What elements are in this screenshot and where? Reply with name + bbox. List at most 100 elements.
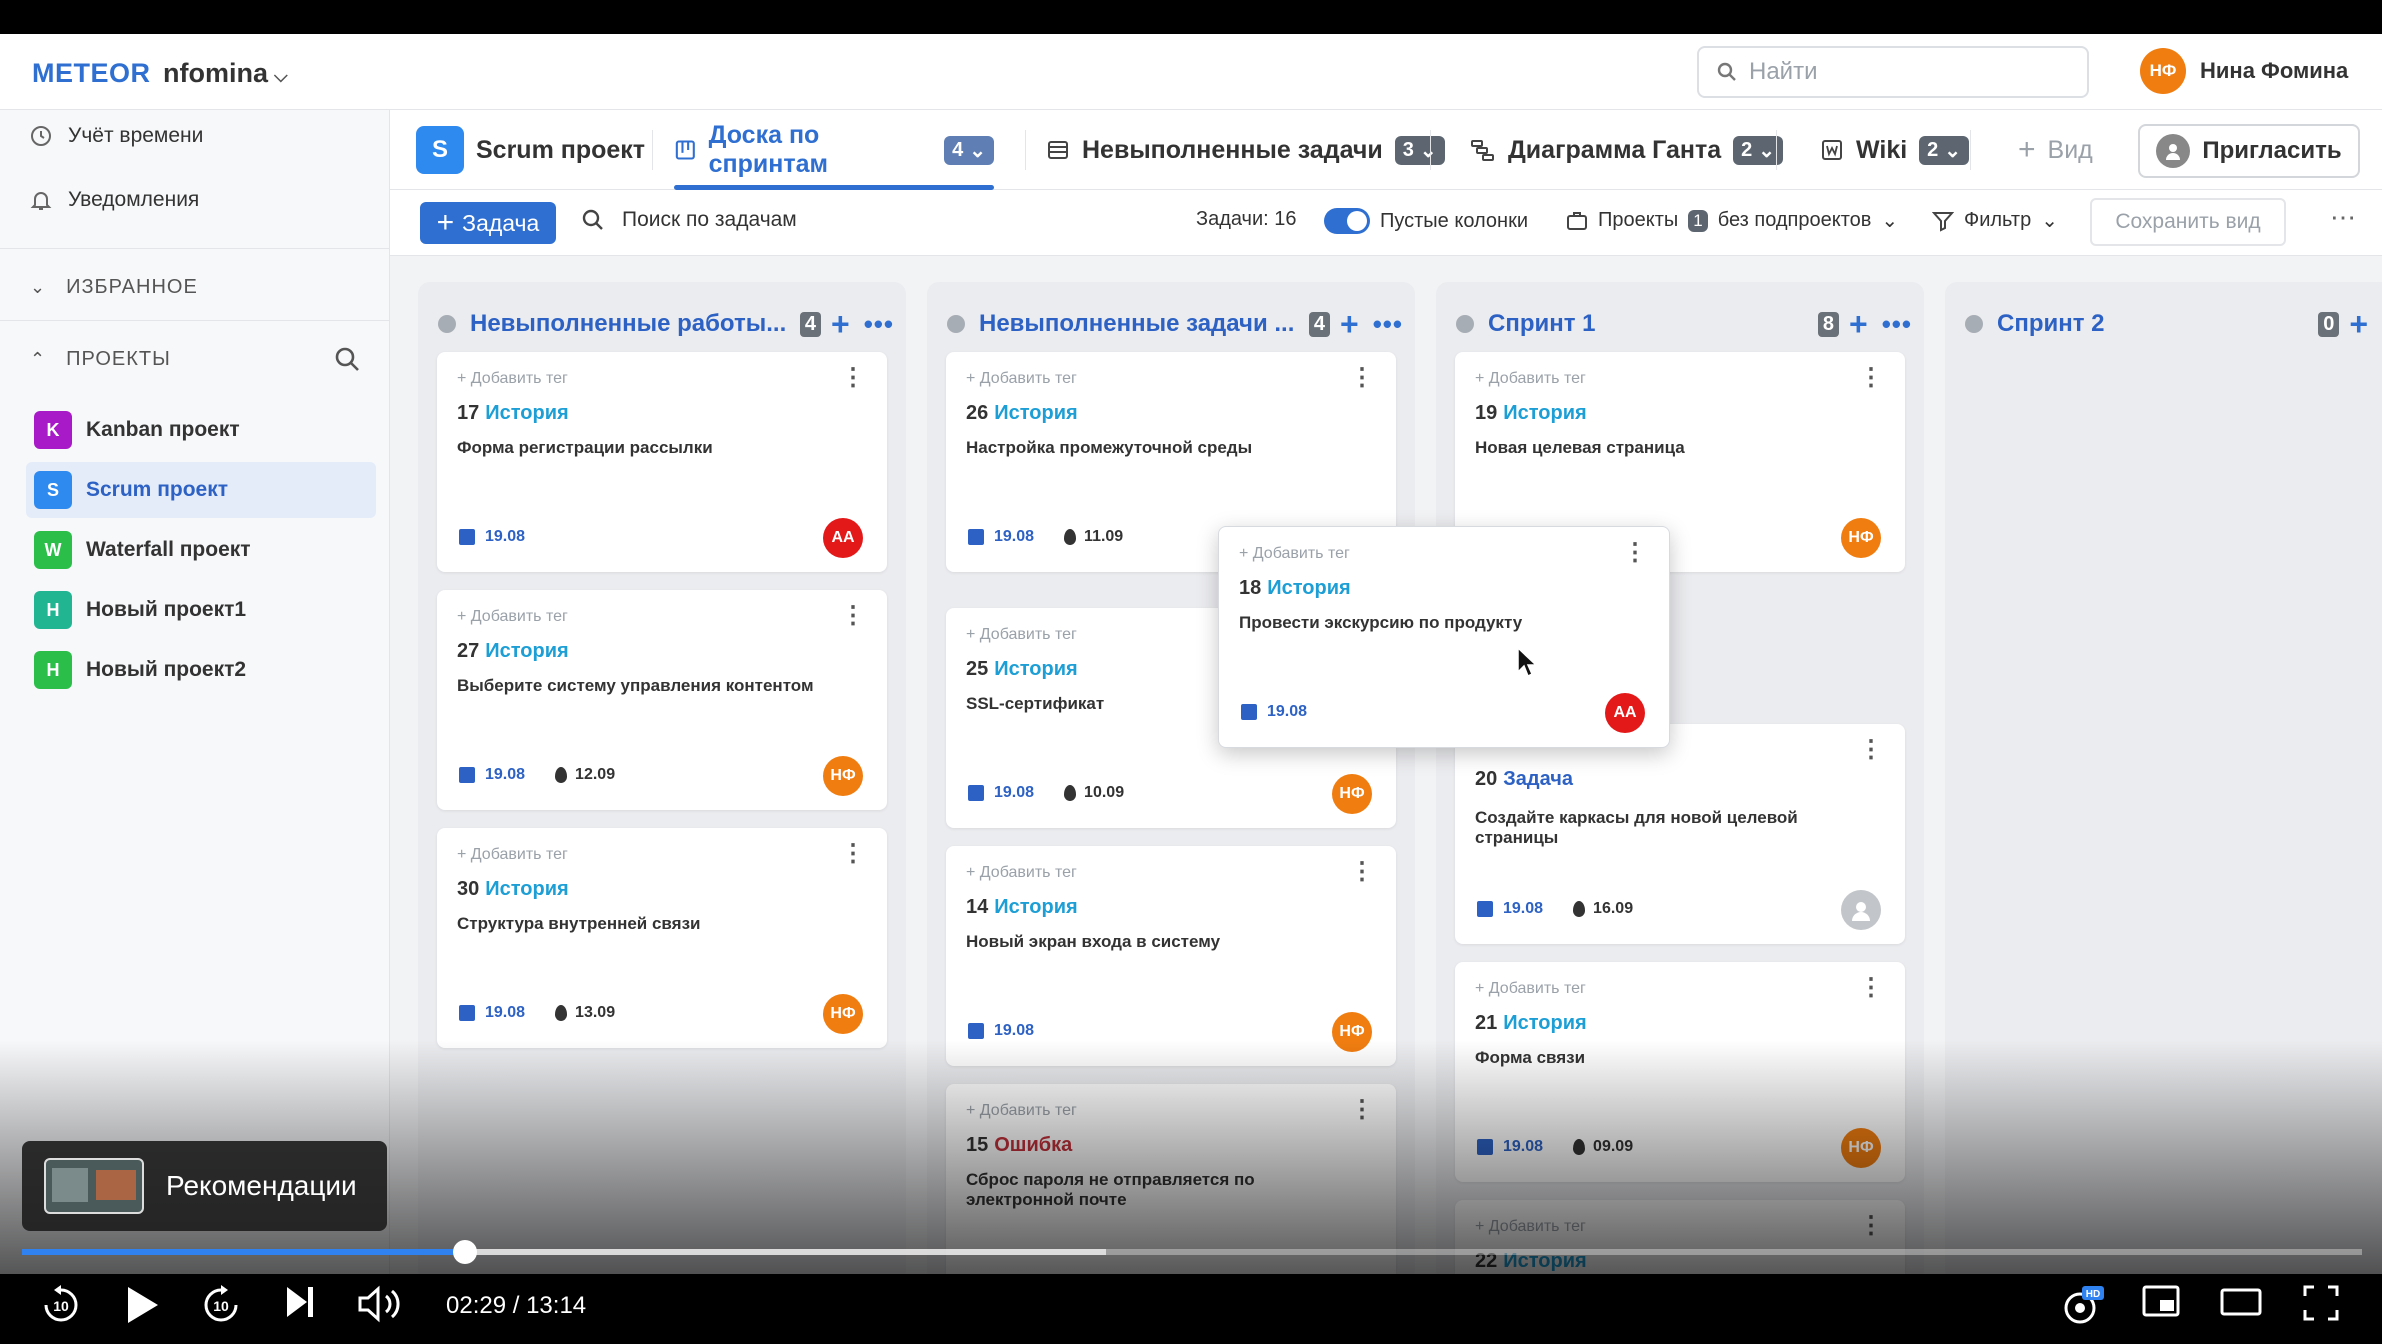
task-search-input[interactable]: Поиск по задачам [582,208,797,232]
card-menu-icon[interactable]: ⋮ [841,366,865,390]
play-icon[interactable] [124,1284,160,1326]
task-type[interactable]: История [994,896,1077,918]
tab-count-badge[interactable]: 2 ⌄ [1919,135,1970,165]
add-tag-button[interactable]: + Добавить тег [1475,1218,1586,1236]
task-type[interactable]: История [994,658,1077,680]
card-menu-icon[interactable]: ⋮ [1859,976,1883,1000]
assignee-avatar[interactable]: АА [823,518,863,558]
assignee-avatar[interactable]: АА [1605,693,1645,733]
task-type[interactable]: История [994,402,1077,424]
assignee-avatar[interactable]: НФ [823,756,863,796]
sidebar-project-new1[interactable]: Н Новый проект1 [26,582,376,638]
seek-handle[interactable] [453,1240,478,1264]
add-tag-button[interactable]: + Добавить тег [457,370,568,388]
add-card-button[interactable]: + [831,308,850,340]
projects-section-toggle[interactable]: ⌃ ПРОЕКТЫ [30,348,171,371]
sidebar-project-kanban[interactable]: K Kanban проект [26,402,376,458]
sidebar-item-time-tracking[interactable]: Учёт времени [30,124,203,148]
card-menu-icon[interactable]: ⋮ [1859,1214,1883,1238]
task-card[interactable]: + Добавить тег ⋮ 27 История Выберите сист… [437,590,887,810]
more-options-icon[interactable]: ⋯ [2330,202,2356,233]
empty-columns-toggle[interactable]: Пустые колонки [1324,208,1528,234]
rewind-10-icon[interactable]: 10 [40,1284,82,1326]
card-menu-icon[interactable]: ⋮ [1623,541,1647,565]
fullscreen-icon[interactable] [2302,1284,2340,1322]
add-tag-button[interactable]: + Добавить тег [966,370,1077,388]
assignee-avatar[interactable]: НФ [1332,1012,1372,1052]
tab-backlog[interactable]: Невыполненные задачи 3 ⌄ [1046,110,1445,190]
assignee-avatar[interactable]: НФ [1841,518,1881,558]
tab-count-badge[interactable]: 3 ⌄ [1394,135,1445,165]
card-menu-icon[interactable]: ⋮ [841,604,865,628]
add-card-button[interactable]: + [2349,308,2368,340]
add-tag-button[interactable]: + Добавить тег [1475,980,1586,998]
task-type[interactable]: История [1503,402,1586,424]
column-menu-button[interactable]: ••• [1373,309,1403,340]
task-type[interactable]: История [1503,1012,1586,1034]
filter-button[interactable]: Фильтр ⌄ [1932,208,2058,233]
task-card[interactable]: + Добавить тег ⋮ 21 История Форма связи 1… [1455,962,1905,1182]
add-card-button[interactable]: + [1849,308,1868,340]
unassigned-avatar[interactable] [1841,890,1881,930]
column-menu-button[interactable]: ••• [864,309,894,340]
column-menu-button[interactable]: ••• [1882,309,1912,340]
assignee-avatar[interactable]: НФ [823,994,863,1034]
task-type[interactable]: История [1267,577,1350,599]
next-icon[interactable] [284,1284,316,1320]
task-type[interactable]: История [485,640,568,662]
card-menu-icon[interactable]: ⋮ [841,842,865,866]
search-icon[interactable] [334,346,360,372]
add-tag-button[interactable]: + Добавить тег [1239,545,1350,563]
settings-hd-icon[interactable]: HD [2060,1284,2104,1328]
user-menu[interactable]: НФ Нина Фомина [2140,48,2348,94]
task-type[interactable]: История [485,878,568,900]
add-task-button[interactable]: + Задача [420,202,556,244]
project-title[interactable]: S Scrum проект [416,110,645,190]
sidebar-item-notifications[interactable]: Уведомления [30,188,199,212]
recommendations-button[interactable]: Рекомендации [22,1141,387,1231]
tab-count-badge[interactable]: 4 ⌄ [944,135,994,165]
toggle-switch[interactable] [1324,208,1370,234]
task-card[interactable]: + Добавить тег ⋮ 22 История [1455,1200,1905,1274]
card-menu-icon[interactable]: ⋮ [1350,1098,1374,1122]
task-card[interactable]: + Добавить тег ⋮ 30 История Структура вну… [437,828,887,1048]
column-title[interactable]: Невыполненные задачи ... [979,310,1299,338]
volume-icon[interactable] [356,1284,404,1324]
video-progress-bar[interactable] [22,1240,2362,1264]
add-tag-button[interactable]: + Добавить тег [457,846,568,864]
card-menu-icon[interactable]: ⋮ [1350,860,1374,884]
tab-sprint-board[interactable]: Доска по спринтам 4 ⌄ [674,110,994,190]
add-tag-button[interactable]: + Добавить тег [966,864,1077,882]
add-tag-button[interactable]: + Добавить тег [457,608,568,626]
global-search-input[interactable]: Найти [1697,46,2089,98]
card-menu-icon[interactable]: ⋮ [1350,366,1374,390]
projects-filter[interactable]: Проекты 1 без подпроектов ⌄ [1566,208,1898,233]
favorites-section-toggle[interactable]: ⌄ ИЗБРАННОЕ [30,276,198,299]
sidebar-project-new2[interactable]: Н Новый проект2 [26,642,376,698]
app-logo[interactable]: METEOR [32,58,151,89]
tab-wiki[interactable]: Wiki 2 ⌄ [1820,110,1970,190]
sidebar-project-scrum[interactable]: S Scrum проект [26,462,376,518]
add-tag-button[interactable]: + Добавить тег [966,1102,1077,1120]
task-type[interactable]: Задача [1503,768,1573,790]
workspace-switcher[interactable]: nfomina ⌵ [163,58,288,89]
card-menu-icon[interactable]: ⋮ [1859,366,1883,390]
theater-mode-icon[interactable] [2220,1284,2262,1320]
column-title[interactable]: Спринт 1 [1488,310,1808,338]
task-card[interactable]: + Добавить тег ⋮ 14 История Новый экран в… [946,846,1396,1066]
add-tag-button[interactable]: + Добавить тег [1475,370,1586,388]
dragged-task-card[interactable]: + Добавить тег ⋮ 18 История Провести экск… [1218,526,1670,748]
tab-gantt[interactable]: Диаграмма Ганта 2 ⌄ [1470,110,1784,190]
column-title[interactable]: Спринт 2 [1997,310,2308,338]
add-card-button[interactable]: + [1340,308,1359,340]
sidebar-project-waterfall[interactable]: W Waterfall проект [26,522,376,578]
save-view-button[interactable]: Сохранить вид [2090,198,2286,246]
column-title[interactable]: Невыполненные работы... [470,310,790,338]
task-type[interactable]: История [485,402,568,424]
assignee-avatar[interactable]: НФ [1841,1128,1881,1168]
forward-10-icon[interactable]: 10 [200,1284,242,1326]
task-card[interactable]: + Добавить тег ⋮ 17 История Форма регистр… [437,352,887,572]
card-menu-icon[interactable]: ⋮ [1859,738,1883,762]
add-view-button[interactable]: + Вид [2018,110,2093,190]
task-type[interactable]: Ошибка [994,1134,1072,1156]
